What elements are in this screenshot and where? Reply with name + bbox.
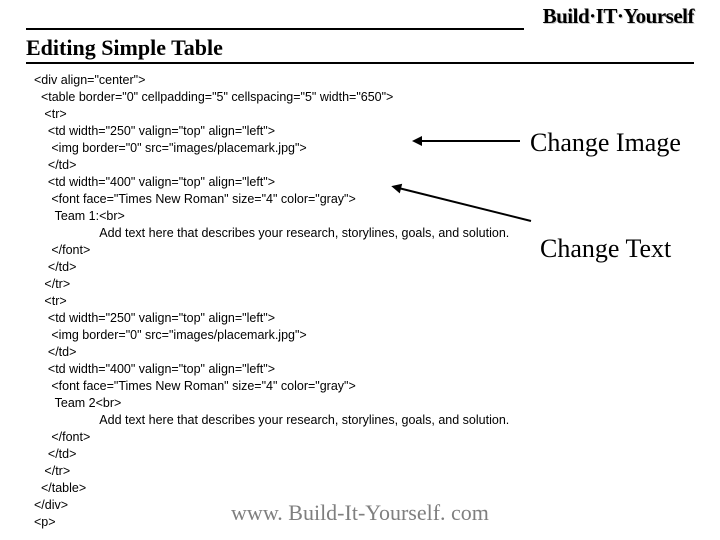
page-title: Editing Simple Table: [26, 35, 223, 61]
annotation-change-image: Change Image: [530, 128, 681, 158]
code-line: </tr>: [34, 463, 694, 480]
code-line: </font>: [34, 429, 694, 446]
code-line: <tr>: [34, 293, 694, 310]
brand-logo: Build·IT·Yourself: [543, 4, 694, 29]
code-line: <td width="250" valign="top" align="left…: [34, 310, 694, 327]
annotation-change-text: Change Text: [540, 234, 671, 264]
code-line: Team 1:<br>: [34, 208, 694, 225]
title-rule: [26, 62, 694, 64]
code-line: <td width="400" valign="top" align="left…: [34, 174, 694, 191]
code-line: <img border="0" src="images/placemark.jp…: [34, 327, 694, 344]
code-line: </tr>: [34, 276, 694, 293]
code-line: Add text here that describes your resear…: [34, 412, 694, 429]
code-line: </td>: [34, 344, 694, 361]
code-line: <div align="center">: [34, 72, 694, 89]
code-line: <font face="Times New Roman" size="4" co…: [34, 378, 694, 395]
arrow-to-image: [420, 140, 520, 142]
code-line: <tr>: [34, 106, 694, 123]
code-line: <td width="400" valign="top" align="left…: [34, 361, 694, 378]
top-rule: [26, 28, 524, 30]
code-line: </td>: [34, 157, 694, 174]
code-line: <table border="0" cellpadding="5" cellsp…: [34, 89, 694, 106]
footer-url: www. Build-It-Yourself. com: [0, 500, 720, 526]
code-line: </table>: [34, 480, 694, 497]
code-line: Team 2<br>: [34, 395, 694, 412]
code-line: <font face="Times New Roman" size="4" co…: [34, 191, 694, 208]
code-line: </td>: [34, 446, 694, 463]
